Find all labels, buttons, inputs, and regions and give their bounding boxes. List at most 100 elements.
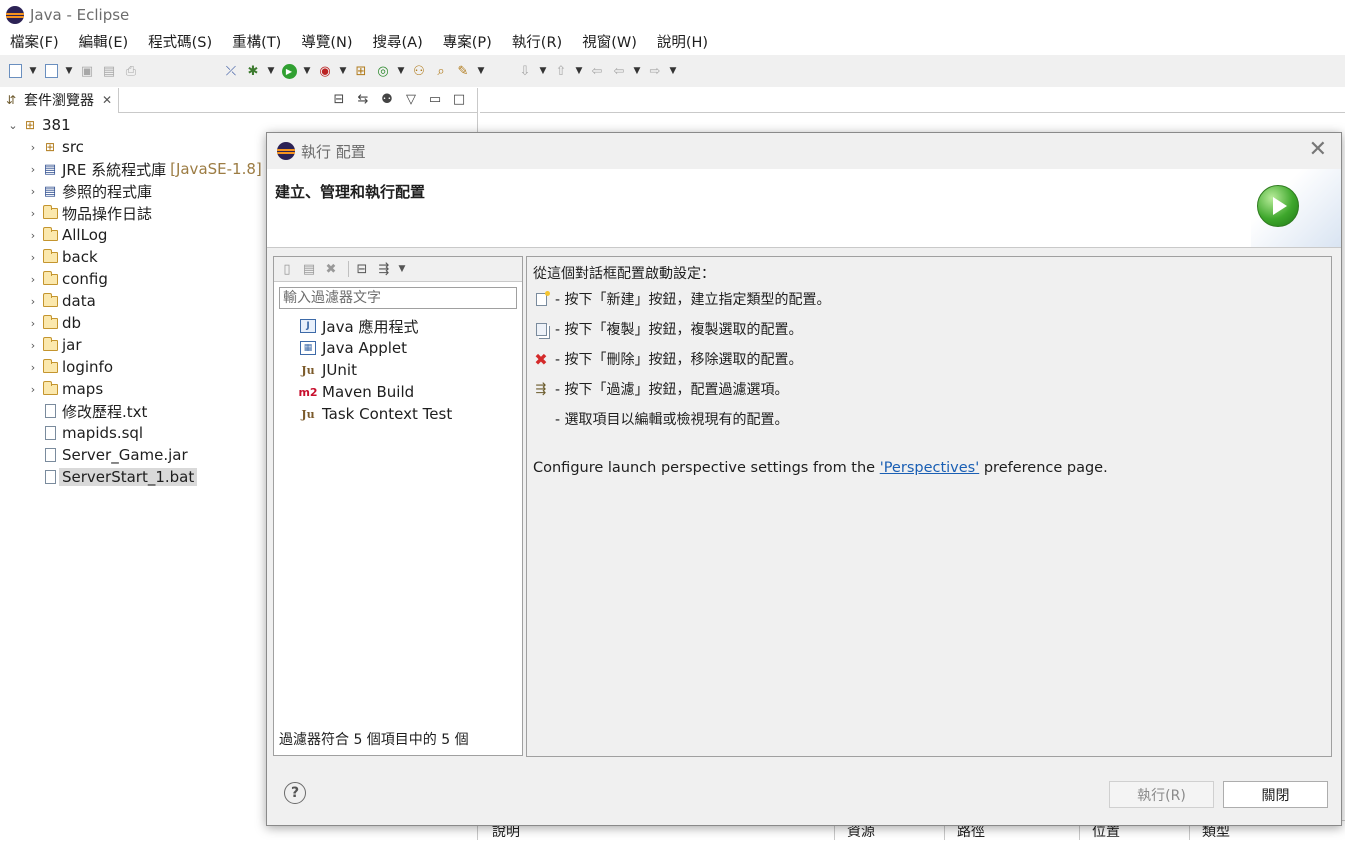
last-edit-icon[interactable]: ⇦ bbox=[588, 62, 606, 80]
new-class-dropdown-icon[interactable]: ▼ bbox=[396, 62, 406, 80]
skip-breakpoints-icon[interactable]: ⤫ bbox=[222, 62, 240, 80]
instructions-intro: 從這個對話框配置啟動設定： bbox=[533, 266, 715, 282]
file-icon bbox=[42, 470, 58, 484]
run-icon[interactable]: ▶ bbox=[280, 62, 298, 80]
forward-dropdown-icon[interactable]: ▼ bbox=[668, 62, 678, 80]
package-explorer-icon: ⇵ bbox=[6, 93, 17, 107]
config-type-item[interactable]: ▦ Java Applet bbox=[300, 337, 452, 359]
menu-refactor[interactable]: 重構(T) bbox=[222, 31, 291, 52]
search-icon[interactable]: ⌕ bbox=[432, 62, 450, 80]
menu-run[interactable]: 執行(R) bbox=[502, 31, 572, 52]
duplicate-config-icon[interactable]: ▤ bbox=[300, 262, 318, 277]
delete-config-icon[interactable]: ✖ bbox=[322, 262, 340, 277]
open-type-icon[interactable] bbox=[42, 62, 60, 80]
menu-search[interactable]: 搜尋(A) bbox=[363, 31, 433, 52]
config-type-item[interactable]: Ju Task Context Test bbox=[300, 403, 452, 425]
chevron-right-icon[interactable]: › bbox=[26, 383, 40, 396]
folder-icon bbox=[42, 226, 58, 242]
coverage-dropdown-icon[interactable]: ▼ bbox=[338, 62, 348, 80]
minimize-icon[interactable]: ▭ bbox=[427, 92, 443, 107]
collapse-all-icon[interactable]: ⊟ bbox=[331, 92, 347, 107]
chevron-right-icon[interactable]: › bbox=[26, 141, 40, 154]
tree-item-label: loginfo bbox=[62, 358, 113, 376]
coverage-icon[interactable]: ◉ bbox=[316, 62, 334, 80]
tree-item-decoration: [JavaSE-1.8] bbox=[170, 160, 262, 178]
package-explorer-tabbar: ⇵ 套件瀏覽器 ✕ ⊟ ⇆ ⚉ ▽ ▭ □ bbox=[0, 87, 477, 113]
chevron-right-icon[interactable]: › bbox=[26, 163, 40, 176]
menu-file[interactable]: 檔案(F) bbox=[0, 31, 69, 52]
view-toolbar: ⊟ ⇆ ⚉ ▽ ▭ □ bbox=[331, 92, 467, 107]
new-java-package-icon[interactable]: ⊞ bbox=[352, 62, 370, 80]
instruction-line: - 按下「新建」按鈕，建立指定類型的配置。 bbox=[533, 289, 831, 309]
menu-navigate[interactable]: 導覽(N) bbox=[291, 31, 362, 52]
folder-icon bbox=[42, 380, 58, 396]
menu-source[interactable]: 程式碼(S) bbox=[138, 31, 222, 52]
chevron-right-icon[interactable]: › bbox=[26, 339, 40, 352]
instruction-text: - 按下「新建」按鈕，建立指定類型的配置。 bbox=[555, 292, 831, 308]
new-wizard-dropdown-icon[interactable]: ▼ bbox=[28, 62, 38, 80]
next-annotation-icon[interactable]: ⇩ bbox=[516, 62, 534, 80]
chevron-right-icon[interactable]: › bbox=[26, 185, 40, 198]
view-menu-dropdown-icon[interactable]: ▼ bbox=[397, 264, 407, 274]
config-type-item[interactable]: J Java 應用程式 bbox=[300, 315, 452, 337]
chevron-right-icon[interactable]: › bbox=[26, 361, 40, 374]
chevron-right-icon[interactable]: › bbox=[26, 273, 40, 286]
close-icon[interactable]: ✕ bbox=[102, 93, 112, 107]
task-dropdown-icon[interactable]: ▼ bbox=[476, 62, 486, 80]
chevron-right-icon[interactable]: › bbox=[26, 229, 40, 242]
config-type-item[interactable]: m2 Maven Build bbox=[298, 381, 452, 403]
chevron-down-icon[interactable]: ⌄ bbox=[6, 119, 20, 132]
focus-task-icon[interactable]: ⚉ bbox=[379, 92, 395, 107]
library-icon: ▤ bbox=[43, 183, 57, 199]
run-dropdown-icon[interactable]: ▼ bbox=[302, 62, 312, 80]
save-icon[interactable]: ▣ bbox=[78, 62, 96, 80]
new-class-icon[interactable]: ◎ bbox=[374, 62, 392, 80]
open-type-hierarchy-icon[interactable]: ⚇ bbox=[410, 62, 428, 80]
eclipse-logo-icon bbox=[6, 6, 24, 24]
config-type-item[interactable]: Ju JUnit bbox=[300, 359, 452, 381]
tree-item-label: maps bbox=[62, 380, 104, 398]
close-icon[interactable]: ✕ bbox=[1309, 139, 1327, 161]
filter-input[interactable] bbox=[279, 287, 517, 309]
task-icon[interactable]: ✎ bbox=[454, 62, 472, 80]
help-icon[interactable]: ? bbox=[284, 782, 306, 804]
filter-config-icon[interactable]: ⇶ bbox=[375, 262, 393, 277]
next-annotation-dropdown-icon[interactable]: ▼ bbox=[538, 62, 548, 80]
folder-icon bbox=[42, 336, 58, 352]
menu-window[interactable]: 視窗(W) bbox=[572, 31, 647, 52]
save-all-icon[interactable]: ▤ bbox=[100, 62, 118, 80]
back-icon[interactable]: ⇦ bbox=[610, 62, 628, 80]
print-icon[interactable]: ⎙ bbox=[122, 62, 140, 80]
chevron-right-icon[interactable]: › bbox=[26, 295, 40, 308]
menu-edit[interactable]: 編輯(E) bbox=[69, 31, 138, 52]
chevron-right-icon[interactable]: › bbox=[26, 207, 40, 220]
run-button[interactable]: 執行(R) bbox=[1109, 781, 1214, 808]
chevron-right-icon[interactable]: › bbox=[26, 317, 40, 330]
package-explorer-tab[interactable]: ⇵ 套件瀏覽器 ✕ bbox=[0, 87, 120, 113]
previous-annotation-dropdown-icon[interactable]: ▼ bbox=[574, 62, 584, 80]
link-with-editor-icon[interactable]: ⇆ bbox=[355, 92, 371, 107]
tree-item-label: 修改歷程.txt bbox=[62, 402, 148, 421]
debug-icon[interactable]: ✱ bbox=[244, 62, 262, 80]
java-application-icon: J bbox=[300, 319, 316, 333]
file-icon bbox=[42, 426, 58, 440]
chevron-right-icon[interactable]: › bbox=[26, 251, 40, 264]
view-menu-icon[interactable]: ▽ bbox=[403, 92, 419, 107]
previous-annotation-icon[interactable]: ⇧ bbox=[552, 62, 570, 80]
back-dropdown-icon[interactable]: ▼ bbox=[632, 62, 642, 80]
maximize-icon[interactable]: □ bbox=[451, 92, 467, 107]
collapse-all-icon[interactable]: ⊟ bbox=[353, 262, 371, 277]
menu-help[interactable]: 說明(H) bbox=[647, 31, 718, 52]
tree-item-label: jar bbox=[62, 336, 82, 354]
tree-item-label: back bbox=[62, 248, 98, 266]
new-config-icon[interactable]: ▯ bbox=[278, 262, 296, 277]
debug-dropdown-icon[interactable]: ▼ bbox=[266, 62, 276, 80]
junit-icon: Ju bbox=[301, 363, 315, 377]
menu-project[interactable]: 專案(P) bbox=[433, 31, 502, 52]
config-type-label: Task Context Test bbox=[322, 405, 453, 423]
close-button[interactable]: 關閉 bbox=[1223, 781, 1328, 808]
perspectives-link[interactable]: 'Perspectives' bbox=[880, 460, 980, 476]
open-type-dropdown-icon[interactable]: ▼ bbox=[64, 62, 74, 80]
new-wizard-icon[interactable] bbox=[6, 62, 24, 80]
forward-icon[interactable]: ⇨ bbox=[646, 62, 664, 80]
